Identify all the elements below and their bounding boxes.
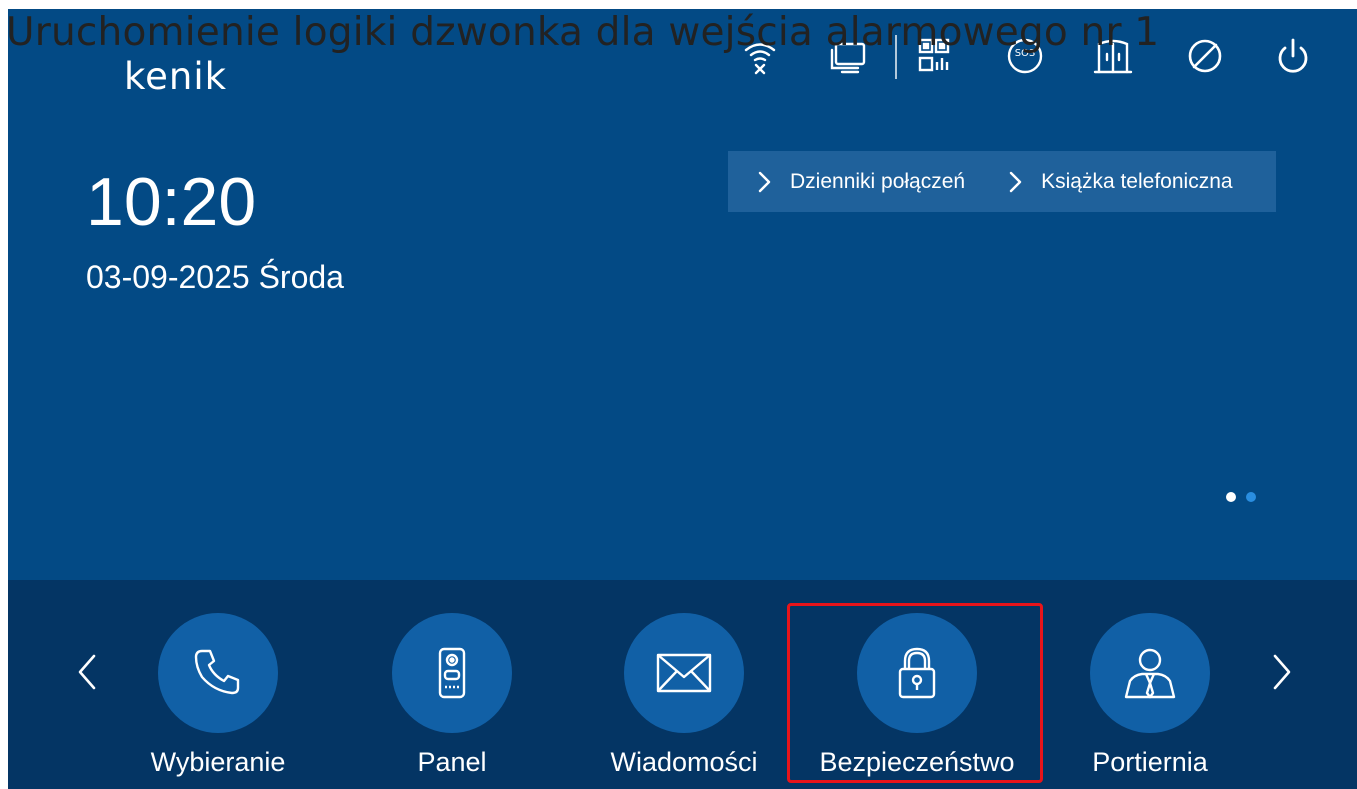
quick-links-bar: Dzienniki połączeń Książka telefoniczna	[728, 151, 1276, 212]
intercom-home-screen: kenik SOS 10:20 03-09-2025 Środa Dzienni…	[8, 9, 1357, 789]
power-icon[interactable]	[1271, 31, 1315, 81]
page-dot-active[interactable]	[1226, 492, 1236, 502]
dialing-button[interactable]	[158, 613, 278, 733]
clock-time: 10:20	[86, 164, 257, 240]
overlay-title: Uruchomienie logiki dzwonka dla wejścia …	[6, 10, 1160, 55]
door-station-icon	[438, 647, 466, 699]
nav-item-messages[interactable]: Wiadomości	[589, 613, 779, 778]
phone-icon	[194, 649, 240, 695]
phonebook-label: Książka telefoniczna	[1041, 169, 1233, 193]
nav-item-concierge[interactable]: Portiernia	[1055, 613, 1245, 778]
page-indicator	[1226, 492, 1256, 502]
nav-item-dialing[interactable]: Wybieranie	[123, 613, 313, 778]
panel-label: Panel	[417, 747, 487, 777]
nav-prev-arrow-icon[interactable]	[72, 652, 102, 692]
chevron-right-icon	[1009, 171, 1022, 192]
lock-icon	[898, 647, 936, 699]
page-dot[interactable]	[1246, 492, 1256, 502]
nav-item-panel[interactable]: Panel	[357, 613, 547, 778]
phonebook-link[interactable]: Książka telefoniczna	[1003, 151, 1233, 212]
security-button[interactable]	[857, 613, 977, 733]
security-label: Bezpieczeństwo	[819, 747, 1015, 777]
dialing-label: Wybieranie	[150, 747, 286, 777]
clock-date: 03-09-2025 Środa	[86, 259, 344, 295]
nav-next-arrow-icon[interactable]	[1267, 652, 1297, 692]
call-logs-link[interactable]: Dzienniki połączeń	[752, 151, 965, 212]
panel-button[interactable]	[392, 613, 512, 733]
messages-label: Wiadomości	[610, 747, 758, 777]
concierge-icon	[1124, 648, 1176, 699]
messages-button[interactable]	[624, 613, 744, 733]
kenik-logo: kenik	[124, 55, 228, 98]
call-logs-label: Dzienniki połączeń	[790, 169, 966, 193]
envelope-icon	[656, 653, 712, 693]
nav-item-security[interactable]: Bezpieczeństwo	[819, 613, 1015, 778]
chevron-right-icon	[758, 171, 771, 192]
concierge-label: Portiernia	[1092, 747, 1208, 777]
do-not-disturb-icon[interactable]	[1183, 31, 1227, 81]
concierge-button[interactable]	[1090, 613, 1210, 733]
